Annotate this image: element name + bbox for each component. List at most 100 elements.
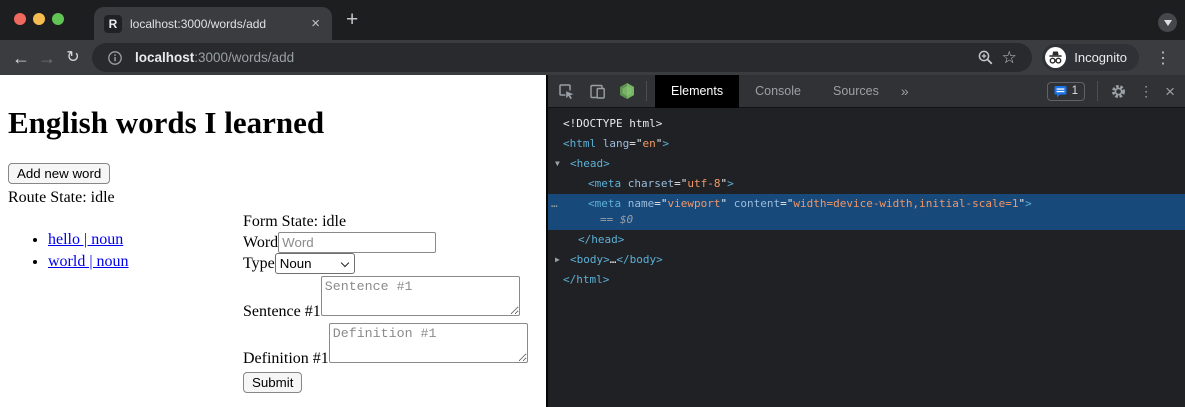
code-token: >: [727, 177, 734, 190]
type-select-wrap: Noun: [275, 253, 355, 274]
word-link[interactable]: world | noun: [48, 253, 129, 270]
code-token: =": [674, 177, 687, 190]
code-token: >: [1025, 197, 1032, 210]
code-line[interactable]: </head>: [548, 230, 1185, 250]
window-titlebar: R localhost:3000/words/add × +: [0, 0, 1185, 40]
code-token: lang: [603, 137, 630, 150]
traffic-lights: [14, 13, 64, 25]
code-token: <!DOCTYPE html>: [563, 117, 662, 130]
bookmark-star-icon[interactable]: ☆: [997, 48, 1021, 68]
form-state-text: Form State: idle: [243, 211, 528, 232]
minimize-window-button[interactable]: [33, 13, 45, 25]
tab-close-icon[interactable]: ×: [309, 16, 322, 31]
list-item: hello | noun: [48, 229, 243, 251]
content-columns: hello | noun world | noun Form State: id…: [8, 207, 538, 393]
sentence-row: Sentence #1: [243, 274, 528, 321]
code-token: en: [643, 137, 656, 150]
browser-toolbar: ← → ↻ localhost:3000/words/add ☆: [0, 40, 1185, 75]
code-token: [596, 137, 603, 150]
url-host: localhost: [135, 50, 194, 65]
reload-button[interactable]: ↻: [60, 45, 86, 71]
add-new-word-button[interactable]: Add new word: [8, 163, 110, 184]
code-token: >: [662, 137, 669, 150]
chevron-down-icon: [1164, 20, 1172, 26]
remix-favicon-icon: R: [104, 15, 122, 33]
browser-tab[interactable]: R localhost:3000/words/add ×: [94, 7, 332, 40]
code-token: =": [629, 137, 642, 150]
type-label: Type: [243, 255, 275, 272]
address-bar[interactable]: localhost:3000/words/add ☆: [92, 43, 1032, 72]
submit-row: Submit: [243, 372, 528, 393]
zoom-icon[interactable]: [973, 49, 997, 66]
word-input[interactable]: [278, 232, 436, 253]
inspect-element-icon[interactable]: [558, 83, 575, 100]
tab-title: localhost:3000/words/add: [130, 17, 309, 31]
add-word-form: Form State: idle Word TypeNoun Sentence …: [243, 211, 528, 393]
settings-gear-icon[interactable]: [1110, 83, 1127, 100]
code-line[interactable]: == $0: [548, 214, 1185, 230]
words-list: hello | noun world | noun: [8, 229, 243, 393]
incognito-icon: [1045, 47, 1066, 68]
line-options-icon[interactable]: …: [551, 194, 558, 214]
word-row: Word: [243, 232, 528, 253]
incognito-label: Incognito: [1074, 50, 1127, 65]
code-token: content: [734, 197, 780, 210]
word-link[interactable]: hello | noun: [48, 231, 123, 248]
code-token: name: [628, 197, 655, 210]
tab-elements[interactable]: Elements: [655, 75, 739, 108]
code-token: <meta: [588, 197, 621, 210]
issues-count: 1: [1072, 85, 1078, 97]
code-token: utf-8: [687, 177, 720, 190]
more-tabs-icon[interactable]: »: [901, 83, 909, 99]
word-label: Word: [243, 234, 278, 251]
collapse-arrow-icon[interactable]: ▶: [555, 250, 560, 270]
close-window-button[interactable]: [14, 13, 26, 25]
definition-label: Definition #1: [243, 350, 329, 367]
url-text[interactable]: localhost:3000/words/add: [135, 50, 294, 65]
code-line[interactable]: </html>: [548, 270, 1185, 290]
type-select[interactable]: Noun: [275, 253, 355, 274]
tab-console[interactable]: Console: [739, 75, 817, 108]
dt-code: <!DOCTYPE html> <html lang="en">▼ <head> <m…: [548, 108, 1185, 290]
route-state-text: Route State: idle: [8, 189, 538, 207]
code-line[interactable]: <meta charset="utf-8">: [548, 174, 1185, 194]
page-title: English words I learned: [8, 105, 538, 141]
device-toolbar-icon[interactable]: [589, 83, 606, 100]
code-line[interactable]: <html lang="en">: [548, 134, 1185, 154]
forward-button[interactable]: →: [34, 45, 60, 71]
issues-badge[interactable]: 1: [1047, 82, 1085, 101]
code-token: <head>: [570, 157, 610, 170]
code-token: </body>: [616, 253, 662, 266]
browser-menu-icon[interactable]: ⋮: [1149, 48, 1177, 68]
sentence-textarea[interactable]: [321, 276, 520, 316]
expand-arrow-icon[interactable]: ▼: [555, 154, 560, 174]
devtools-close-icon[interactable]: ×: [1165, 83, 1175, 100]
back-button[interactable]: ←: [8, 45, 34, 71]
code-line[interactable]: ▼ <head>: [548, 154, 1185, 174]
code-line[interactable]: …<meta name="viewport" content="width=de…: [548, 194, 1185, 214]
code-line[interactable]: <!DOCTYPE html>: [548, 114, 1185, 134]
page-info-icon[interactable]: [103, 50, 127, 66]
code-token: ==: [600, 213, 620, 226]
new-tab-button[interactable]: +: [346, 8, 358, 32]
code-token: charset: [628, 177, 674, 190]
fullscreen-window-button[interactable]: [52, 13, 64, 25]
list-item: world | noun: [48, 251, 243, 273]
code-token: </html>: [563, 273, 609, 286]
definition-textarea[interactable]: [329, 323, 528, 363]
submit-button[interactable]: Submit: [243, 372, 302, 393]
code-token: $0: [620, 213, 633, 226]
incognito-badge[interactable]: Incognito: [1042, 44, 1139, 71]
devtools-menu-icon[interactable]: ⋮: [1139, 83, 1153, 100]
type-row: TypeNoun: [243, 253, 528, 274]
web-page: English words I learned Add new word Rou…: [0, 75, 546, 407]
code-token: =": [780, 197, 793, 210]
tab-search-button[interactable]: [1158, 13, 1177, 32]
toolbar-divider: [1097, 81, 1098, 101]
definition-row: Definition #1: [243, 321, 528, 368]
node-icon[interactable]: [618, 82, 636, 100]
code-line[interactable]: ▶<body>…</body>: [548, 250, 1185, 270]
toolbar-divider: [646, 81, 647, 101]
tab-sources[interactable]: Sources: [817, 75, 895, 108]
devtools-panel: Elements Console Sources » 1 ⋮ ×: [548, 75, 1185, 407]
